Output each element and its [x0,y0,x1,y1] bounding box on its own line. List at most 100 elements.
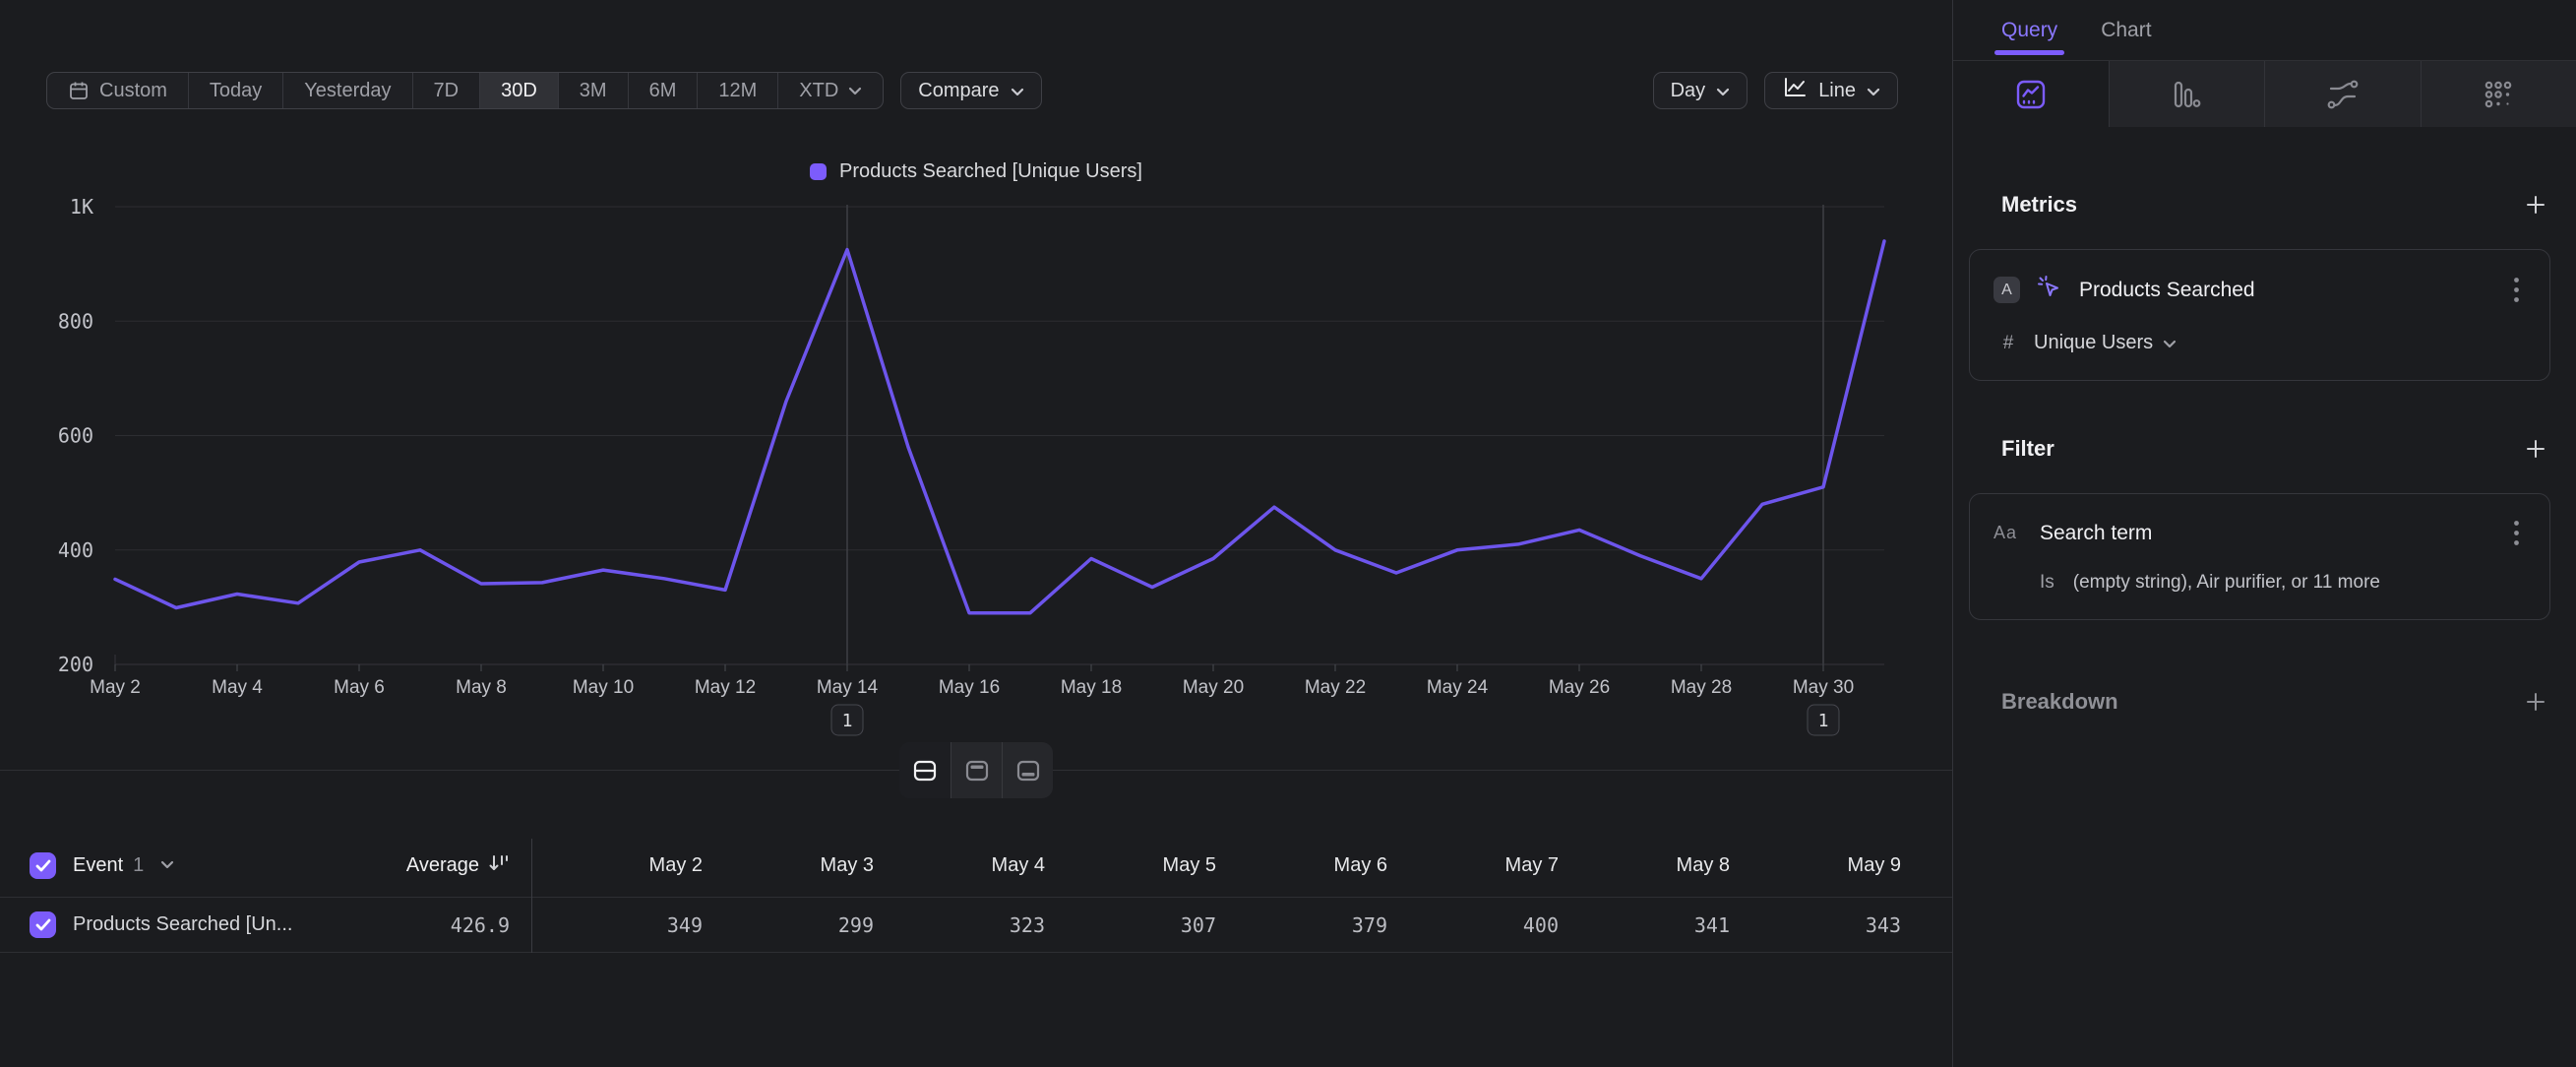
date-column-header[interactable]: May 4 [874,854,1045,877]
date-column-value: 349 [531,913,703,937]
table-header-row: Event 1 Average May 2May 3May 4May 5May … [0,834,1952,897]
panel-tabs: Query Chart [1953,0,2576,61]
x-axis-label: May 24 [1427,677,1489,698]
filter-value[interactable]: (empty string), Air purifier, or 11 more [2073,572,2380,594]
add-metric-button[interactable] [2525,194,2546,216]
metric-event-name[interactable]: Products Searched [2079,279,2255,302]
x-axis-label: May 12 [695,677,756,698]
event-header-cell: Event 1 [30,852,311,879]
view-toggle-table-only[interactable] [1002,742,1053,798]
calendar-icon [68,80,90,101]
metric-card-row: A Products Searched [1993,274,2526,306]
table-row[interactable]: Products Searched [Un... 426.9 349299323… [0,897,1952,953]
chart-type-button[interactable]: Line [1764,72,1898,109]
date-column-header[interactable]: May 2 [531,854,703,877]
date-range-label: 3M [580,80,607,102]
plus-icon [2525,194,2546,216]
filter-card[interactable]: Aa Search term Is (empty string), Air pu… [1969,493,2550,620]
filter-operator[interactable]: Is [2040,572,2055,594]
sort-descending-icon [488,854,510,872]
date-column-header[interactable]: May 5 [1045,854,1216,877]
funnels-icon [2172,80,2201,109]
string-type-icon: Aa [1993,523,2024,543]
date-column-header[interactable]: May 6 [1216,854,1387,877]
date-range-30d[interactable]: 30D [479,73,558,108]
line-chart[interactable]: 1K800600400200May 2May 4May 6May 8May 10… [0,190,1953,741]
date-range-7d[interactable]: 7D [412,73,480,108]
chevron-down-icon [160,860,174,869]
retention-icon [2484,80,2513,109]
chart-only-icon [963,757,991,785]
x-axis-label: May 8 [456,677,507,698]
chevron-down-icon [1867,80,1880,102]
date-column-header[interactable]: May 7 [1387,854,1559,877]
chevron-down-icon [1716,88,1730,96]
add-breakdown-button[interactable] [2525,691,2546,713]
view-toggle-chart-only[interactable] [951,742,1002,798]
date-range-label: 7D [434,80,460,102]
filter-options-button[interactable] [2507,518,2526,548]
tab-query[interactable]: Query [2001,0,2057,60]
date-range-today[interactable]: Today [188,73,282,108]
select-all-checkbox[interactable] [30,852,56,879]
analytics-app: CustomTodayYesterday 7D 30D 3M 6M 12MXTD Comp… [0,0,2576,1067]
view-toggle-group [899,742,1053,798]
tab-chart[interactable]: Chart [2101,0,2151,60]
check-icon [35,918,51,931]
aggregation-label: Unique Users [2034,332,2153,354]
y-axis-label: 800 [58,309,93,333]
insights-icon [2015,79,2047,110]
metric-options-button[interactable] [2507,275,2526,305]
chevron-down-icon [1867,88,1880,96]
date-column-header[interactable]: May 3 [703,854,874,877]
date-column-header[interactable]: May 8 [1559,854,1730,877]
plus-icon [2525,438,2546,460]
event-header-label[interactable]: Event [73,854,123,877]
date-column-value: 400 [1387,913,1559,937]
chevron-down-icon [848,87,862,95]
date-range-xtd[interactable]: XTD [777,73,883,108]
date-range-label: 30D [501,80,537,102]
chevron-down-icon [2163,332,2177,354]
granularity-button[interactable]: Day [1653,72,1748,109]
report-tab-insights[interactable] [1953,61,2109,127]
x-axis-label: May 2 [90,677,141,698]
compare-label: Compare [918,80,999,102]
aggregation-selector[interactable]: Unique Users [2034,332,2177,354]
filter-condition-row: Is (empty string), Air purifier, or 11 m… [1993,572,2526,594]
date-column-value: 341 [1559,913,1730,937]
date-range-custom[interactable]: Custom [47,73,188,108]
date-range-12m[interactable]: 12M [697,73,777,108]
date-column-value: 379 [1216,913,1387,937]
x-axis-label: May 10 [573,677,634,698]
date-range-label: 6M [649,80,677,102]
plus-icon [2525,691,2546,713]
add-filter-button[interactable] [2525,438,2546,460]
legend-swatch [810,163,827,180]
date-range-6m[interactable]: 6M [628,73,698,108]
report-tab-retention[interactable] [2421,61,2576,127]
report-tab-flows[interactable] [2264,61,2421,127]
filter-property-name[interactable]: Search term [2040,522,2152,545]
metric-aggregation-row: # Unique Users [1993,332,2526,354]
chart-legend[interactable]: Products Searched [Unique Users] [0,158,1952,184]
compare-button[interactable]: Compare [900,72,1041,109]
chevron-down-icon[interactable] [160,856,174,874]
date-range-yesterday[interactable]: Yesterday [282,73,411,108]
event-count: 1 [133,854,144,877]
average-header-cell[interactable]: Average [311,854,531,877]
metric-card[interactable]: A Products Searched # Unique Users [1969,249,2550,381]
flows-icon [2327,80,2359,109]
aggregation-prefix: # [1997,333,2019,354]
row-checkbox[interactable] [30,911,56,938]
date-range-3m[interactable]: 3M [558,73,628,108]
series-line[interactable] [115,241,1884,613]
metrics-heading: Metrics [2001,192,2077,218]
report-tab-funnels[interactable] [2109,61,2265,127]
report-type-tabs [1953,61,2576,127]
date-column-header[interactable]: May 9 [1730,854,1901,877]
view-toggle-split-view[interactable] [899,742,951,798]
metrics-section-header: Metrics [1953,192,2576,218]
sort-descending-icon[interactable] [488,854,510,877]
toolbar: CustomTodayYesterday 7D 30D 3M 6M 12MXTD Comp… [46,72,1898,109]
